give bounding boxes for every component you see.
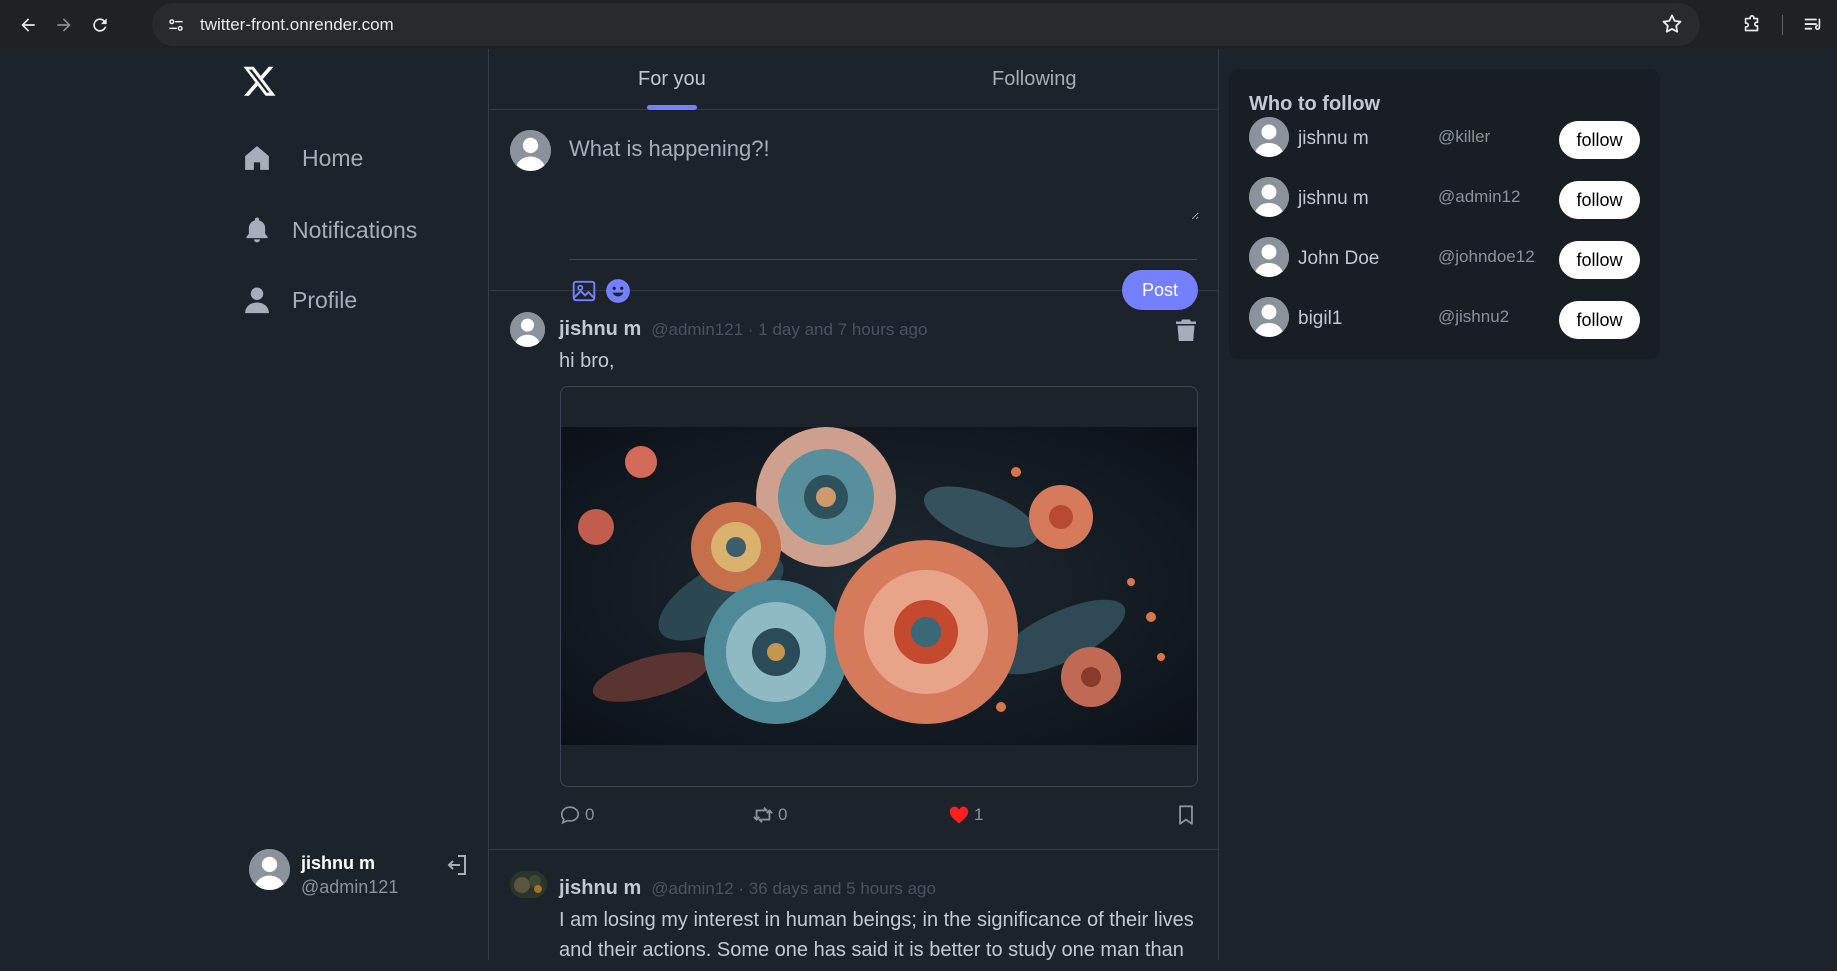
suggestion-row: jishnu m @admin12 follow <box>1249 177 1640 223</box>
compose-input[interactable] <box>569 130 1199 220</box>
suggestion-row: bigil1 @jishnu2 follow <box>1249 297 1640 343</box>
follow-button[interactable]: follow <box>1559 241 1640 279</box>
current-user-name: jishnu m <box>301 853 376 873</box>
post-media[interactable] <box>560 386 1198 787</box>
retweet-button[interactable]: 0 <box>752 804 787 826</box>
bookmark-star-icon[interactable] <box>1660 12 1684 36</box>
comment-button[interactable]: 0 <box>559 804 594 826</box>
flowers-image <box>561 427 1197 745</box>
like-button[interactable]: 1 <box>948 804 983 826</box>
feed-tabs: For you Following <box>489 49 1219 110</box>
post-author[interactable]: jishnu m <box>559 318 641 341</box>
suggestion-handle: @killer <box>1438 127 1491 146</box>
user-icon <box>245 287 269 314</box>
like-count: 1 <box>974 805 984 824</box>
post-meta: @admin121 · 1 day and 7 hours ago <box>651 320 928 339</box>
follow-button[interactable]: follow <box>1559 181 1640 219</box>
puzzle-icon <box>1744 14 1759 31</box>
arrow-left-icon <box>21 17 35 32</box>
left-sidebar: Home Notifications Profile jishnu m @adm… <box>0 49 489 960</box>
sidebar-item-label: Notifications <box>292 216 418 243</box>
browser-toolbar: twitter-front.onrender.com <box>0 0 1837 49</box>
extensions-button[interactable] <box>1728 1 1776 49</box>
suggestion-name[interactable]: jishnu m <box>1298 188 1369 210</box>
avatar <box>510 130 551 171</box>
logout-icon[interactable] <box>445 853 469 877</box>
home-icon <box>245 146 269 170</box>
post-text: I am losing my interest in human beings;… <box>559 909 1194 961</box>
suggestion-handle: @johndoe12 <box>1438 247 1535 266</box>
post-actions: 0 0 1 <box>559 804 1199 834</box>
avatar[interactable] <box>510 871 547 898</box>
post-header: jishnu m @admin12 · 36 days and 5 hours … <box>559 877 936 900</box>
avatar[interactable] <box>1249 237 1289 277</box>
address-bar[interactable]: twitter-front.onrender.com <box>152 3 1700 46</box>
sidebar-item-label: Profile <box>292 286 358 313</box>
tab-for-you[interactable]: For you <box>638 68 706 91</box>
retweet-count: 0 <box>778 805 788 824</box>
forward-button[interactable] <box>46 7 82 43</box>
bell-icon <box>246 217 268 243</box>
current-user-card[interactable]: jishnu m @admin121 <box>249 849 469 909</box>
post-card: jishnu m @admin121 · 1 day and 7 hours a… <box>489 292 1219 850</box>
who-to-follow-title: Who to follow <box>1249 93 1381 115</box>
who-to-follow-card: Who to follow jishnu m @killer follow ji… <box>1229 69 1660 359</box>
post-card: jishnu m @admin12 · 36 days and 5 hours … <box>489 851 1219 971</box>
sidebar-item-profile[interactable]: Profile <box>242 285 357 315</box>
avatar <box>249 849 290 890</box>
site-settings-icon[interactable] <box>164 13 188 37</box>
avatar[interactable] <box>1249 297 1289 337</box>
avatar[interactable] <box>510 312 545 347</box>
current-user-handle: @admin121 <box>301 877 399 897</box>
arrow-right-icon <box>57 17 71 32</box>
post-meta: @admin12 · 36 days and 5 hours ago <box>651 879 936 898</box>
suggestion-handle: @jishnu2 <box>1438 307 1510 326</box>
bookmark-icon <box>1179 805 1193 825</box>
heart-filled-icon <box>949 806 969 824</box>
post-header: jishnu m @admin121 · 1 day and 7 hours a… <box>559 318 927 341</box>
back-button[interactable] <box>10 7 46 43</box>
reload-button[interactable] <box>82 7 118 43</box>
suggestion-name[interactable]: bigil1 <box>1298 308 1342 330</box>
follow-button[interactable]: follow <box>1559 121 1640 159</box>
app-page: Home Notifications Profile jishnu m @adm… <box>0 49 1837 961</box>
bookmark-button[interactable] <box>1175 804 1201 826</box>
comment-count: 0 <box>585 805 595 824</box>
trash-icon[interactable] <box>1175 318 1197 342</box>
post-text: hi bro, <box>559 350 615 372</box>
suggestion-name[interactable]: jishnu m <box>1298 128 1369 150</box>
reload-icon <box>93 17 107 32</box>
avatar[interactable] <box>1249 117 1289 157</box>
post-author[interactable]: jishnu m <box>559 877 641 900</box>
sidebar-item-notifications[interactable]: Notifications <box>242 215 417 245</box>
main-feed: For you Following Post jishnu m @admin12… <box>489 49 1219 961</box>
toolbar-separator <box>1782 14 1783 35</box>
retweet-icon <box>753 807 773 823</box>
tab-following[interactable]: Following <box>992 68 1076 91</box>
comment-icon <box>560 806 580 825</box>
avatar[interactable] <box>1249 177 1289 217</box>
url-text[interactable]: twitter-front.onrender.com <box>200 15 394 35</box>
compose-divider <box>569 259 1197 260</box>
playlist-icon <box>1804 18 1821 30</box>
compose-box: Post <box>489 110 1219 310</box>
follow-button[interactable]: follow <box>1559 301 1640 339</box>
suggestion-row: jishnu m @killer follow <box>1249 117 1640 163</box>
suggestion-row: John Doe @johndoe12 follow <box>1249 237 1640 283</box>
sidebar-item-home[interactable]: Home <box>242 143 363 173</box>
suggestion-handle: @admin12 <box>1438 187 1521 206</box>
reading-list-button[interactable] <box>1789 1 1837 49</box>
suggestion-name[interactable]: John Doe <box>1298 248 1379 270</box>
sidebar-item-label: Home <box>302 144 364 171</box>
x-logo-icon[interactable] <box>242 63 278 99</box>
